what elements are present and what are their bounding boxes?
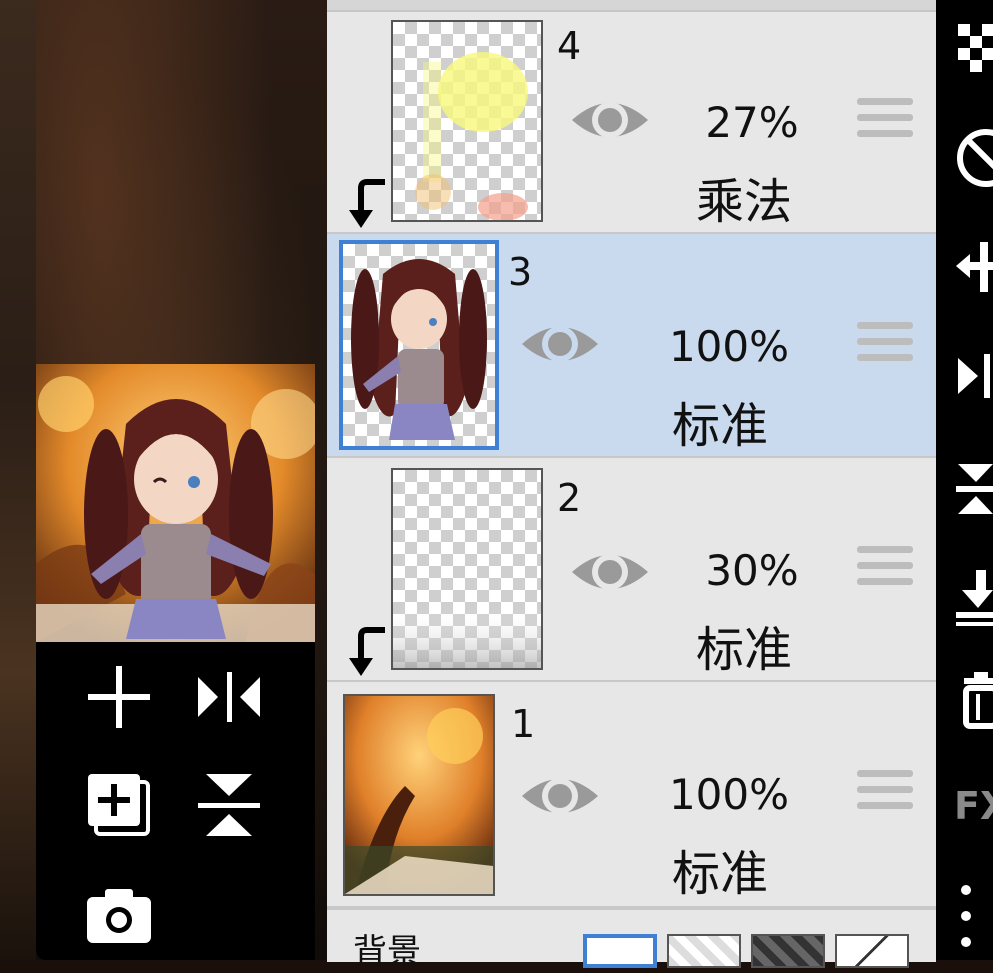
- clip-arrow-icon: [349, 179, 385, 228]
- layer-preview: [36, 364, 315, 642]
- layer-blend-mode[interactable]: 标准: [640, 386, 800, 456]
- layer-number: 4: [557, 24, 582, 68]
- drag-handle-icon[interactable]: [857, 98, 913, 144]
- layer-row-2[interactable]: 2 30% 标准: [327, 458, 936, 682]
- camera-icon[interactable]: [84, 880, 154, 950]
- flip-vertical-layer-icon[interactable]: [954, 456, 993, 520]
- layer-opacity[interactable]: 30%: [672, 546, 832, 595]
- layer-thumbnail: [391, 20, 543, 222]
- flip-horizontal-icon[interactable]: [194, 662, 264, 732]
- more-icon[interactable]: [954, 876, 993, 960]
- drag-handle-icon[interactable]: [857, 770, 913, 816]
- layer-thumbnail: [343, 694, 495, 896]
- flip-horizontal-layer-icon[interactable]: [954, 344, 993, 408]
- layer-number: 1: [511, 702, 536, 746]
- move-icon[interactable]: [954, 234, 993, 298]
- background-dark-swatch[interactable]: [751, 934, 825, 968]
- layer-thumbnail: [339, 240, 499, 450]
- flip-vertical-icon[interactable]: [194, 770, 264, 840]
- transparency-icon[interactable]: [954, 16, 993, 80]
- layer-blend-mode[interactable]: 标准: [664, 610, 824, 680]
- eye-icon[interactable]: [570, 92, 650, 148]
- delete-layer-icon[interactable]: [954, 670, 993, 734]
- background-white-swatch[interactable]: [583, 934, 657, 968]
- eye-icon[interactable]: [570, 544, 650, 600]
- layer-opacity[interactable]: 100%: [649, 770, 809, 819]
- layer-row-4[interactable]: 4 27% 乘法: [327, 10, 936, 234]
- layer-row-1[interactable]: 1 100% 标准: [327, 682, 936, 908]
- background-bar: 背景: [327, 908, 936, 972]
- duplicate-layer-icon[interactable]: [84, 770, 154, 840]
- layer-blend-mode[interactable]: 乘法: [664, 162, 824, 232]
- layer-thumbnail: [391, 468, 543, 670]
- right-toolbar: FX: [936, 0, 993, 960]
- eye-icon[interactable]: [520, 768, 600, 824]
- layer-number: 3: [508, 250, 533, 294]
- merge-down-icon[interactable]: [954, 566, 993, 630]
- background-label: 背景: [353, 932, 421, 972]
- clip-arrow-icon: [349, 627, 385, 676]
- drag-handle-icon[interactable]: [857, 546, 913, 592]
- opacity-icon[interactable]: [954, 126, 993, 190]
- fx-label: FX: [954, 784, 993, 828]
- add-layer-icon[interactable]: [84, 662, 154, 732]
- canvas-tool-pad: [36, 642, 315, 960]
- fx-button[interactable]: FX: [954, 776, 993, 836]
- drag-handle-icon[interactable]: [857, 322, 913, 368]
- background-none-swatch[interactable]: [835, 934, 909, 968]
- layer-opacity[interactable]: 100%: [649, 322, 809, 371]
- eye-icon[interactable]: [520, 316, 600, 372]
- background-transparent-swatch[interactable]: [667, 934, 741, 968]
- layers-panel: 4 27% 乘法 3 100% 标准 2 30% 标准 1 100% 标准 背景: [327, 0, 936, 972]
- layer-number: 2: [557, 476, 582, 520]
- canvas-edge: [0, 0, 36, 960]
- layer-opacity[interactable]: 27%: [672, 98, 832, 147]
- layer-blend-mode[interactable]: 标准: [640, 834, 800, 904]
- layer-row-3[interactable]: 3 100% 标准: [327, 234, 936, 458]
